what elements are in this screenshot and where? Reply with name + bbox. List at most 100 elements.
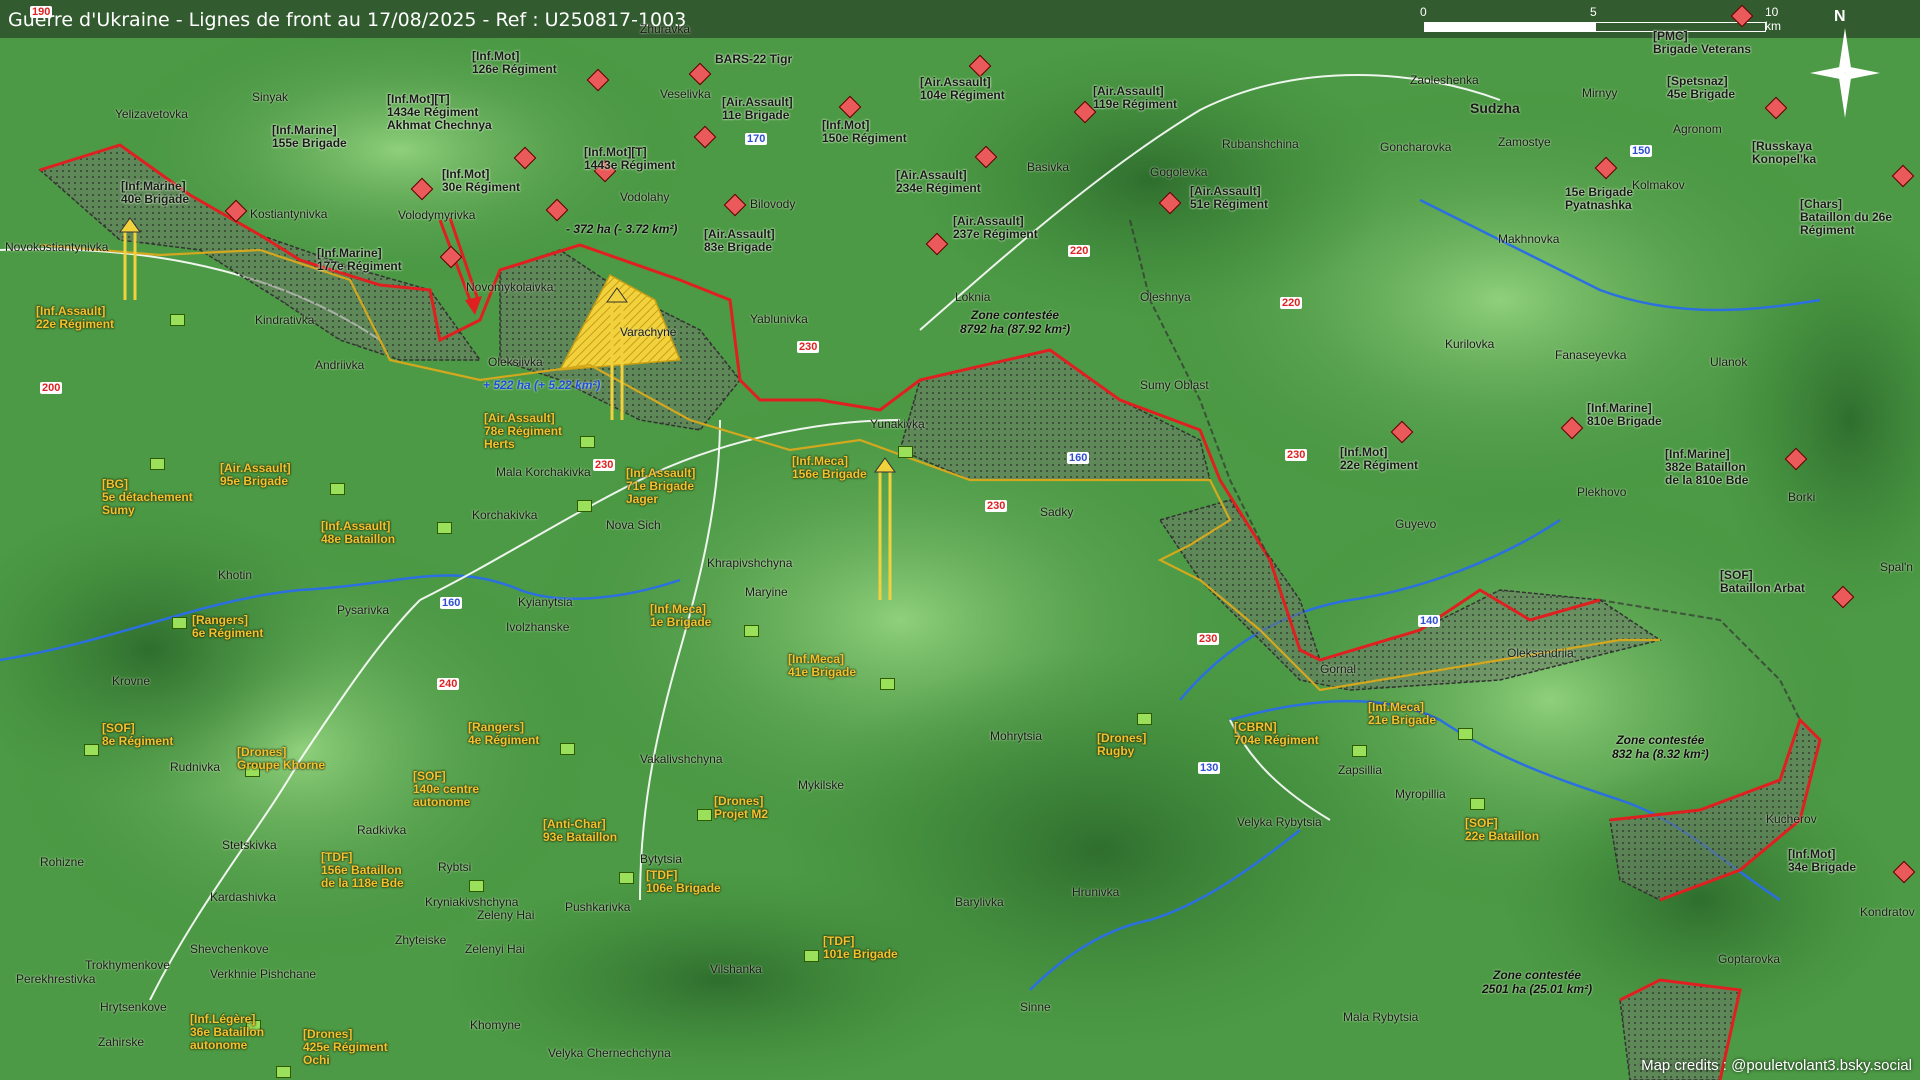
place-label: Ulanok [1710,355,1748,369]
place-label: Trokhymenkove [85,958,170,972]
north-arrow: N [1810,8,1880,118]
place-label: Zamostye [1498,135,1551,149]
place-label: Shevchenkove [190,942,269,956]
ukrainian-unit-label: [Anti-Char] 93e Bataillon [543,817,618,844]
place-label: Plekhovo [1577,485,1627,499]
ukrainian-unit-icon[interactable] [437,522,452,534]
place-label: Kondratov [1860,905,1915,919]
place-label: Krovne [112,674,151,688]
place-label: Pushkarivka [565,900,631,914]
scale-tick: 10 km [1765,5,1781,33]
russian-unit-label: [Inf.Mot] 150e Régiment [822,118,907,145]
place-label: Rybtsi [438,860,472,874]
ukrainian-unit-icon[interactable] [276,1066,291,1078]
place-label: Andriivka [315,358,365,372]
place-label: Basivka [1027,160,1070,174]
place-label: Rudnivka [170,760,221,774]
russian-unit-label: [SOF] Bataillon Arbat [1720,568,1805,595]
russian-unit-label: [Inf.Marine] 382e Bataillon de la 810e B… [1665,447,1749,487]
map-title: Guerre d'Ukraine - Lignes de front au 17… [8,9,687,31]
ukrainian-unit-icon[interactable] [580,436,595,448]
russian-unit-label: [Air.Assault] 83e Brigade [704,227,775,254]
place-label: Ivolzhanske [506,620,570,634]
place-label: Zeleny Hai [477,908,535,922]
ukrainian-unit-label: [Inf.Légère] 36e Bataillon autonome [190,1012,265,1052]
place-label: Novomykolaivka [466,280,554,294]
ukrainian-unit-icon[interactable] [84,744,99,756]
ukrainian-unit-label: [SOF] 22e Bataillon [1465,816,1540,843]
ukrainian-unit-icon[interactable] [1470,798,1485,810]
area-change-label: + 522 ha (+ 5.22 km²) [483,378,601,392]
place-label: Yablunivka [750,312,808,326]
place-label: Volodymyrivka [398,208,476,222]
place-label: Kurilovka [1445,337,1495,351]
ukrainian-unit-icon[interactable] [469,880,484,892]
ukrainian-unit-icon[interactable] [577,500,592,512]
place-label: Korchakivka [472,508,538,522]
place-label: Makhnovka [1498,232,1560,246]
place-label: Sudzha [1470,100,1520,116]
ukrainian-unit-icon[interactable] [1458,728,1473,740]
place-label: Goncharovka [1380,140,1452,154]
road-number: 220 [1068,245,1091,257]
place-label: Radkivka [357,823,407,837]
russian-unit-label: [Inf.Mot] 126e Régiment [472,49,557,76]
ukrainian-unit-label: [Air.Assault] 95e Brigade [220,461,291,488]
russian-unit-label: [Inf.Marine] 155e Brigade [272,123,347,150]
place-label: Fanaseyevka [1555,348,1627,362]
contested-zone-label: Zone contestée 2501 ha (25.01 km²) [1482,968,1593,996]
place-label: Mohrytsia [990,729,1043,743]
ukrainian-unit-label: [Inf.Meca] 156e Brigade [792,454,867,481]
map-stage[interactable]: Guerre d'Ukraine - Lignes de front au 17… [0,0,1920,1080]
place-label: Guyevo [1395,517,1437,531]
place-label: Myropillia [1395,787,1446,801]
ukrainian-unit-label: [Drones] Groupe Khorne [237,745,326,772]
ukrainian-unit-icon[interactable] [619,872,634,884]
place-label: Kostiantynivka [250,207,328,221]
ukrainian-unit-icon[interactable] [1352,745,1367,757]
place-label: Hrytsenkove [100,1000,167,1014]
place-label: Barylivka [955,895,1004,909]
place-label: Kindrativka [255,313,315,327]
north-label: N [1834,8,1846,25]
ukrainian-unit-icon[interactable] [1137,713,1152,725]
ukrainian-unit-label: [BG] 5e détachement Sumy [102,477,193,517]
ukrainian-unit-label: [CBRN] 704e Régiment [1234,720,1319,747]
ukrainian-unit-icon[interactable] [150,458,165,470]
ukrainian-unit-label: [Rangers] 6e Régiment [192,613,264,640]
place-label: Khrapivshchyna [707,556,793,570]
russian-unit-label: [Inf.Mot] 34e Brigade [1788,847,1857,874]
russian-unit-label: [PMC] Brigade Veterans [1653,29,1752,56]
place-label: Varachyne [620,325,677,339]
place-label: Oleshnya [1140,290,1191,304]
ukrainian-unit-icon[interactable] [172,617,187,629]
ukrainian-unit-icon[interactable] [697,809,712,821]
ukrainian-unit-label: [Inf.Assault] 22e Régiment [36,304,115,331]
place-label: Sinne [1020,1000,1051,1014]
ukrainian-unit-icon[interactable] [898,446,913,458]
road-number: 230 [985,500,1008,512]
place-label: Vilshanka [710,962,762,976]
ukrainian-unit-icon[interactable] [330,483,345,495]
terrain-map[interactable] [0,0,1920,1080]
place-label: Mirnyy [1582,86,1618,100]
place-label: Kyianytsia [518,595,573,609]
ukrainian-unit-icon[interactable] [880,678,895,690]
ukrainian-unit-label: [Drones] 425e Régiment Ochi [303,1027,388,1067]
ukrainian-unit-icon[interactable] [744,625,759,637]
road-number: 220 [1280,297,1303,309]
scale-tick: 0 [1420,5,1427,19]
place-label: Nova Sich [606,518,661,532]
ukrainian-unit-label: [TDF] 106e Brigade [646,868,721,895]
ukrainian-unit-label: [Inf.Meca] 1e Brigade [650,602,712,629]
road-number: 130 [1198,762,1221,774]
ukrainian-unit-icon[interactable] [804,950,819,962]
ukrainian-unit-icon[interactable] [560,743,575,755]
place-label: Yelizavetovka [115,107,188,121]
place-label: Loknia [955,290,991,304]
place-label: Kryniakivshchyna [425,895,519,909]
ukrainian-unit-icon[interactable] [170,314,185,326]
road-number: 160 [1067,452,1090,464]
place-label: Goptarovka [1718,952,1781,966]
russian-unit-label: [Air.Assault] 104e Régiment [920,75,1005,102]
